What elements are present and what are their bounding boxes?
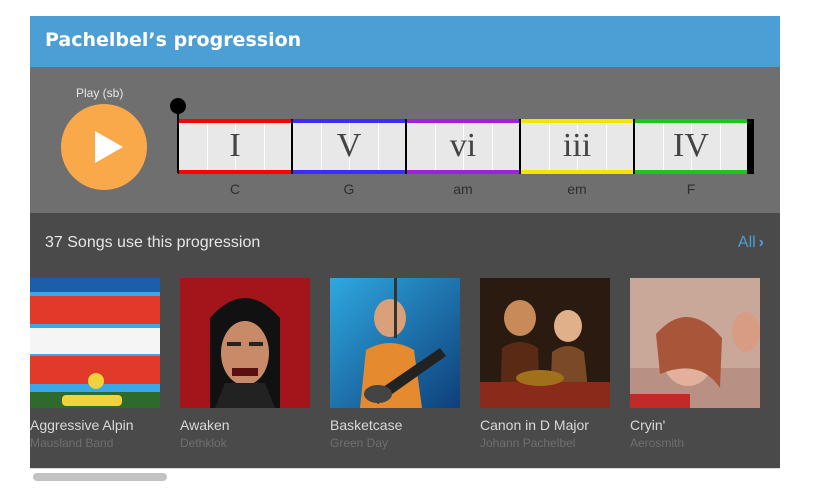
chord-name-c: C <box>229 181 241 197</box>
song-thumbnail[interactable] <box>30 278 160 408</box>
song-artist: Johann Pachelbel <box>480 436 576 450</box>
progression-title: Pachelbel’s progression <box>45 29 302 51</box>
chord-block-v[interactable]: V <box>292 119 406 174</box>
song-title[interactable]: Basketcase <box>330 417 480 433</box>
album-art-aggressive-alpin <box>30 278 160 408</box>
playhead-line <box>177 107 179 173</box>
song-title[interactable]: Cryin' <box>630 417 780 433</box>
album-art-awaken <box>180 278 310 408</box>
roman-numeral: iii <box>562 127 592 164</box>
song-artist: Green Day <box>330 436 389 450</box>
song-card[interactable]: Cryin' Aerosmith <box>630 278 760 450</box>
all-songs-label: All <box>737 234 756 251</box>
widget-header: Pachelbel’s progression <box>30 16 780 67</box>
play-button[interactable] <box>61 104 147 190</box>
play-label: Play (sb) <box>76 86 124 100</box>
song-title[interactable]: Canon in D Major <box>480 417 630 433</box>
song-card[interactable]: Basketcase Green Day <box>330 278 460 450</box>
playhead-handle[interactable] <box>170 98 186 114</box>
chord-name-g: G <box>343 181 355 197</box>
chord-player: Play (sb) I V vi iii IV C G am em F <box>30 67 780 213</box>
song-card[interactable]: Aggressive Alpin Mausland Band <box>30 278 160 450</box>
song-artist: Mausland Band <box>30 436 114 450</box>
chord-name-em: em <box>567 181 587 197</box>
songs-carousel[interactable]: Aggressive Alpin Mausland Band Awaken De… <box>30 278 780 458</box>
song-title[interactable]: Awaken <box>180 417 330 433</box>
album-art-canon-in-d <box>480 278 610 408</box>
song-card[interactable]: Canon in D Major Johann Pachelbel <box>480 278 610 450</box>
album-art-basketcase <box>330 278 460 408</box>
album-art-cryin <box>630 278 760 408</box>
progression-widget: Pachelbel’s progression Play (sb) I V vi… <box>30 16 780 483</box>
song-thumbnail[interactable] <box>180 278 310 408</box>
song-title[interactable]: Aggressive Alpin <box>30 417 180 433</box>
all-songs-link[interactable]: All › <box>738 234 764 252</box>
chord-block-i[interactable]: I <box>178 119 292 174</box>
song-thumbnail[interactable] <box>330 278 460 408</box>
roman-numeral: I <box>229 127 241 164</box>
horizontal-scrollbar[interactable] <box>30 468 780 483</box>
play-icon <box>95 131 123 163</box>
roman-numeral: vi <box>449 127 477 164</box>
chord-timeline[interactable]: I V vi iii IV <box>178 119 754 174</box>
roman-numeral: V <box>336 127 362 164</box>
chord-block-vi[interactable]: vi <box>406 119 520 174</box>
song-thumbnail[interactable] <box>630 278 760 408</box>
songs-count-heading: 37 Songs use this progression <box>45 234 261 251</box>
song-artist: Dethklok <box>180 436 227 450</box>
song-card[interactable]: Awaken Dethklok <box>180 278 310 450</box>
chord-name-am: am <box>453 181 473 197</box>
song-thumbnail[interactable] <box>480 278 610 408</box>
chord-block-iv[interactable]: IV <box>634 119 748 174</box>
scrollbar-thumb[interactable] <box>33 473 167 481</box>
chord-block-iii[interactable]: iii <box>520 119 634 174</box>
chord-name-f: F <box>686 181 696 197</box>
song-artist: Aerosmith <box>630 436 685 450</box>
roman-numeral: IV <box>673 127 709 164</box>
chevron-right-icon: › <box>758 234 764 251</box>
